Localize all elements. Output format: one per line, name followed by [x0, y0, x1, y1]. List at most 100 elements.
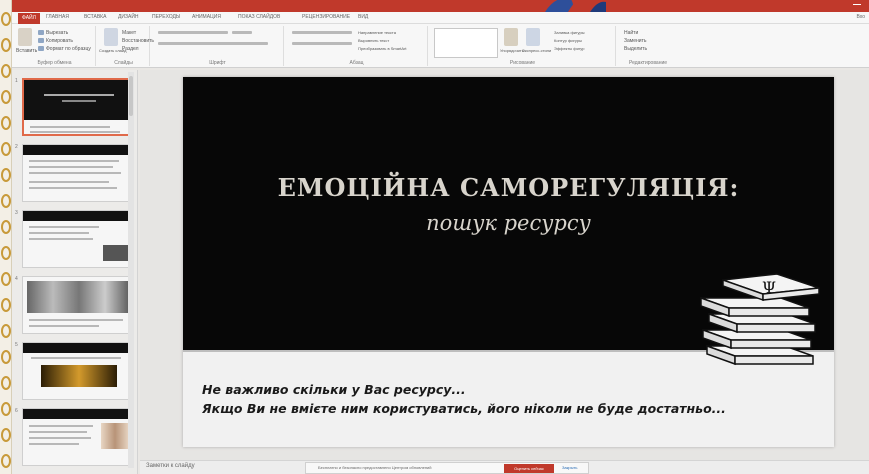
- thumb-text-line: [29, 437, 91, 439]
- binder-ring: [1, 142, 11, 156]
- tab-transitions[interactable]: ПЕРЕХОДЫ: [152, 14, 180, 20]
- group-label-slides: Слайды: [114, 60, 133, 66]
- tab-home[interactable]: ГЛАВНАЯ: [46, 14, 69, 20]
- align-buttons[interactable]: [292, 42, 352, 45]
- slide-thumbnail-3[interactable]: [22, 210, 134, 268]
- thumb-header: [23, 211, 133, 221]
- thumb-text-line: [29, 160, 119, 162]
- binder-ring: [1, 454, 11, 468]
- slide-title[interactable]: ЕМОЦІЙНА САМОРЕГУЛЯЦІЯ:: [183, 173, 834, 202]
- quick-styles-icon[interactable]: [526, 28, 540, 46]
- binder-ring: [1, 116, 11, 130]
- thumb-image: [41, 365, 117, 387]
- shapes-gallery[interactable]: [434, 28, 498, 58]
- shape-effects-button[interactable]: Эффекты фигур: [554, 46, 584, 51]
- slide-thumbnail-1[interactable]: [22, 78, 134, 136]
- shape-fill-button[interactable]: Заливка фигуры: [554, 30, 585, 35]
- thumb-text-line: [29, 431, 87, 433]
- text-direction-button[interactable]: Направление текста: [358, 30, 396, 35]
- binder-ring: [1, 64, 11, 78]
- thumb-text-line: [29, 425, 93, 427]
- tab-review[interactable]: РЕЦЕНЗИРОВАНИЕ: [302, 14, 350, 20]
- slide-thumbnail-4[interactable]: [22, 276, 134, 334]
- notes-toggle[interactable]: Заметки к слайду: [146, 463, 195, 469]
- thumb-number: 3: [15, 210, 18, 216]
- thumb-number: 6: [15, 408, 18, 414]
- thumb-text-line: [29, 187, 117, 189]
- smartart-button[interactable]: Преобразовать в SmartArt: [358, 46, 407, 51]
- binder-decoration: [0, 0, 12, 474]
- thumb-header: [23, 409, 133, 419]
- title-bar: [12, 0, 869, 12]
- ribbon-group-editing: Найти Заменить Выделить Редактирование: [618, 26, 678, 66]
- binder-ring: [1, 324, 11, 338]
- copy-icon[interactable]: [38, 38, 44, 43]
- layout-button[interactable]: Макет: [122, 30, 136, 36]
- shape-outline-button[interactable]: Контур фигуры: [554, 38, 582, 43]
- arrange-icon[interactable]: [504, 28, 518, 46]
- font-format-buttons[interactable]: [158, 42, 268, 45]
- quote-line-1[interactable]: Не важливо скільки у Вас ресурсу...: [202, 382, 466, 397]
- thumb-number: 4: [15, 276, 18, 282]
- quote-line-2[interactable]: Якщо Ви не вмієте ним користуватись, йог…: [202, 401, 726, 416]
- notification-close-link[interactable]: Закрыть: [562, 465, 577, 470]
- slide-thumbnail-6[interactable]: [22, 408, 134, 466]
- thumb-text-line: [29, 319, 123, 321]
- notification-text: Бесплатно и безопасно предоставлено Цент…: [318, 465, 432, 470]
- ribbon: Вставить Вырезать Копировать Формат по о…: [12, 24, 869, 68]
- thumb-text-line: [29, 443, 79, 445]
- thumb-text-line: [29, 238, 93, 240]
- minimize-icon[interactable]: [853, 4, 861, 5]
- powerpoint-window: ФАЙЛ ГЛАВНАЯ ВСТАВКА ДИЗАЙН ПЕРЕХОДЫ АНИ…: [0, 0, 869, 474]
- quick-styles-button[interactable]: Экспресс-стили: [522, 48, 551, 53]
- thumb-text-line: [29, 166, 113, 168]
- binder-ring: [1, 272, 11, 286]
- slide-thumbnails-pane: 1 2 3 4 5 6: [12, 70, 138, 474]
- tab-insert[interactable]: ВСТАВКА: [84, 14, 106, 20]
- slide-subtitle[interactable]: пошук ресурсу: [183, 211, 834, 235]
- arrange-button[interactable]: Упорядочить: [500, 48, 524, 53]
- thumb-text-line: [29, 226, 99, 228]
- slide-thumbnail-5[interactable]: [22, 342, 134, 400]
- thumb-image: [103, 245, 129, 261]
- thumb-number: 5: [15, 342, 18, 348]
- slide-thumbnail-2[interactable]: [22, 144, 134, 202]
- font-name-box[interactable]: [158, 31, 228, 34]
- tab-design[interactable]: ДИЗАЙН: [118, 14, 139, 20]
- paste-button[interactable]: Вставить: [16, 48, 37, 54]
- paste-icon[interactable]: [18, 28, 32, 46]
- notification-action-button[interactable]: Оценить сейчас: [504, 464, 554, 473]
- find-button[interactable]: Найти: [624, 30, 638, 36]
- current-slide[interactable]: ЕМОЦІЙНА САМОРЕГУЛЯЦІЯ: пошук ресурсу Ψ …: [183, 77, 834, 447]
- list-buttons[interactable]: [292, 31, 352, 34]
- tab-file[interactable]: ФАЙЛ: [18, 13, 40, 24]
- font-size-box[interactable]: [232, 31, 252, 34]
- sign-in-link[interactable]: Вхо: [856, 14, 865, 20]
- new-slide-icon[interactable]: [104, 28, 118, 46]
- binder-ring: [1, 350, 11, 364]
- section-button[interactable]: Раздел: [122, 46, 139, 52]
- align-text-button[interactable]: Выровнять текст: [358, 38, 389, 43]
- select-button[interactable]: Выделить: [624, 46, 647, 52]
- binder-ring: [1, 376, 11, 390]
- thumb-text-line: [31, 357, 121, 359]
- binder-ring: [1, 298, 11, 312]
- group-label-font: Шрифт: [209, 60, 226, 66]
- replace-button[interactable]: Заменить: [624, 38, 646, 44]
- ribbon-group-clipboard: Вставить Вырезать Копировать Формат по о…: [14, 26, 96, 66]
- copy-button[interactable]: Копировать: [46, 38, 73, 44]
- format-painter-button[interactable]: Формат по образцу: [46, 46, 91, 52]
- binder-ring: [1, 194, 11, 208]
- reset-button[interactable]: Восстановить: [122, 38, 154, 44]
- group-label-drawing: Рисование: [509, 60, 536, 66]
- format-painter-icon[interactable]: [38, 46, 44, 51]
- tab-slideshow[interactable]: ПОКАЗ СЛАЙДОВ: [238, 14, 280, 20]
- tab-view[interactable]: ВИД: [358, 14, 368, 20]
- cut-button[interactable]: Вырезать: [46, 30, 68, 36]
- ribbon-group-paragraph: Направление текста Выровнять текст Преоб…: [286, 26, 428, 66]
- cut-icon[interactable]: [38, 30, 44, 35]
- thumb-text-line: [29, 325, 99, 327]
- thumbnails-scrollbar[interactable]: [128, 72, 134, 468]
- tab-animations[interactable]: АНИМАЦИЯ: [192, 14, 221, 20]
- scrollbar-thumb[interactable]: [129, 76, 133, 116]
